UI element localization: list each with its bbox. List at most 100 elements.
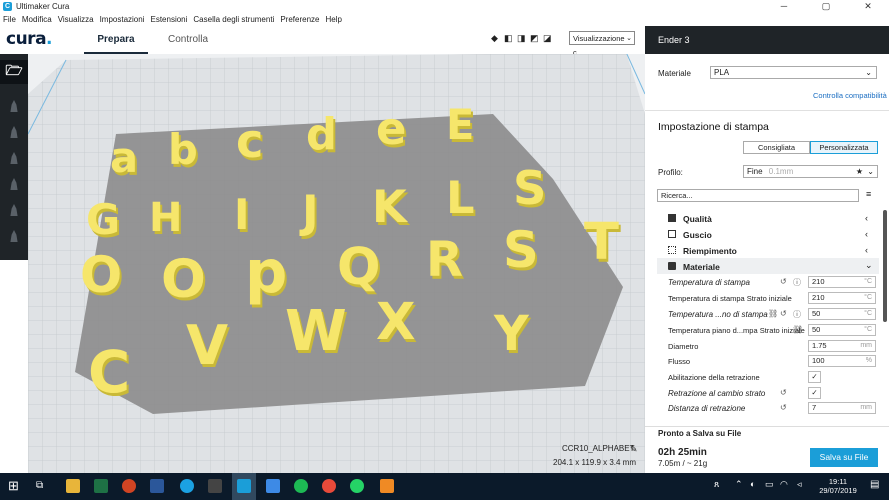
setting-value-input[interactable]: 50 °C xyxy=(808,308,876,320)
letter-model[interactable]: W xyxy=(285,299,347,364)
setting-value-input[interactable]: 100% xyxy=(808,355,876,367)
rotate-tool-button[interactable] xyxy=(0,146,28,170)
view-top-icon[interactable]: ◨ xyxy=(517,33,527,43)
menu-icon[interactable]: ≡ xyxy=(866,189,871,199)
tray-sync-icon[interactable]: ◐ xyxy=(750,479,755,489)
edge-icon[interactable] xyxy=(180,479,194,493)
section-shell[interactable]: Guscio xyxy=(683,230,712,240)
menu-help[interactable]: Help xyxy=(325,15,341,24)
cura-taskbar-icon[interactable] xyxy=(237,479,251,493)
pencil-icon[interactable]: ✎ xyxy=(630,444,638,455)
minimize-button[interactable]: ─ xyxy=(763,0,805,13)
explorer-icon[interactable] xyxy=(66,479,80,493)
letter-model[interactable]: H xyxy=(149,195,182,241)
setting-value-input[interactable]: 7 mm xyxy=(808,402,876,414)
link-icon[interactable]: ⛓ xyxy=(793,325,803,334)
revert-icon[interactable]: ↺ xyxy=(780,403,787,412)
chevron-down-icon[interactable]: ⌄ xyxy=(865,260,873,271)
info-icon[interactable]: ⓘ xyxy=(793,309,801,320)
view-right-icon[interactable]: ◪ xyxy=(543,33,553,43)
letter-model[interactable]: G xyxy=(86,195,120,244)
setting-checkbox[interactable]: ✓ xyxy=(808,387,821,399)
start-icon[interactable]: ⊞ xyxy=(8,478,19,494)
letter-model[interactable]: p xyxy=(245,237,287,306)
setting-value-input[interactable]: 210 °C xyxy=(808,292,876,304)
section-material[interactable]: Materiale xyxy=(683,262,720,272)
setting-value-input[interactable]: 1.75 mm xyxy=(808,340,876,352)
menu-casella[interactable]: Casella degli strumenti xyxy=(193,15,274,24)
menu-estensioni[interactable]: Estensioni xyxy=(150,15,187,24)
letter-model[interactable]: T xyxy=(584,212,619,272)
chevron-left-icon[interactable]: ‹ xyxy=(865,245,868,255)
material-select[interactable]: PLA ⌄ xyxy=(710,66,877,79)
letter-model[interactable]: I xyxy=(234,190,249,239)
save-to-file-button[interactable]: Salva su File xyxy=(810,448,878,467)
clock[interactable]: 19:11 29/07/2019 xyxy=(816,477,860,495)
task-view-icon[interactable]: ⧉ xyxy=(36,480,43,491)
letter-model[interactable]: Y xyxy=(493,306,530,362)
mirror-tool-button[interactable] xyxy=(0,172,28,196)
section-infill[interactable]: Riempimento xyxy=(683,246,737,256)
setting-checkbox[interactable]: ✓ xyxy=(808,371,821,383)
per-model-settings-button[interactable] xyxy=(0,198,28,222)
letter-model[interactable]: R xyxy=(426,232,463,288)
letter-model[interactable]: c xyxy=(236,114,264,168)
tab-controlla[interactable]: Controlla xyxy=(156,26,220,52)
letter-model[interactable]: a xyxy=(110,133,138,182)
scale-tool-button[interactable] xyxy=(0,120,28,144)
letter-model[interactable]: L xyxy=(446,171,475,224)
letter-model[interactable]: b xyxy=(168,125,198,174)
battery-icon[interactable]: ▭ xyxy=(765,479,774,490)
revert-icon[interactable]: ↺ xyxy=(780,309,787,318)
letter-model[interactable]: O xyxy=(161,249,206,310)
revert-icon[interactable]: ↺ xyxy=(780,388,787,397)
printer-selector[interactable]: Ender 3 xyxy=(645,26,889,54)
letter-model[interactable]: C xyxy=(88,339,130,406)
letter-model[interactable]: J xyxy=(299,185,319,238)
tray-user-icon[interactable]: ጸ xyxy=(714,479,719,490)
wifi-icon[interactable]: ◠ xyxy=(780,479,788,490)
setting-value-input[interactable]: 210 °C xyxy=(808,276,876,288)
recorder-icon[interactable] xyxy=(122,479,136,493)
letter-model[interactable]: S xyxy=(513,161,546,215)
volume-icon[interactable]: ◃ xyxy=(797,479,802,490)
link-icon[interactable]: ⛓ xyxy=(768,309,778,318)
letter-model[interactable]: X xyxy=(376,292,415,352)
app-f-icon[interactable] xyxy=(380,479,394,493)
revert-icon[interactable]: ↺ xyxy=(780,277,787,286)
profile-select[interactable]: Fine 0.1mm ★ ⌄ xyxy=(743,165,878,178)
letter-model[interactable]: V xyxy=(186,314,228,377)
chrome-icon[interactable] xyxy=(322,479,336,493)
mode-custom-button[interactable]: Personalizzata xyxy=(810,141,878,154)
spotify-icon[interactable] xyxy=(294,479,308,493)
section-quality[interactable]: Qualità xyxy=(683,214,712,224)
chevron-left-icon[interactable]: ‹ xyxy=(865,213,868,223)
letter-model[interactable]: Q xyxy=(337,237,381,297)
settings-scrollbar[interactable] xyxy=(883,210,887,322)
excel-icon[interactable] xyxy=(94,479,108,493)
notifications-icon[interactable]: ▤ xyxy=(870,479,879,490)
build-plate-viewport[interactable]: aabbccddeeEEGGHHIIJJKKLLSSOOOOppQQRRSSTT… xyxy=(28,54,645,473)
maximize-button[interactable]: ▢ xyxy=(805,0,847,13)
compatibility-link[interactable]: Controlla compatibilità xyxy=(813,91,887,100)
chevron-left-icon[interactable]: ‹ xyxy=(865,229,868,239)
view-front-icon[interactable]: ◧ xyxy=(504,33,514,43)
move-tool-button[interactable] xyxy=(0,94,28,118)
letter-model[interactable]: O xyxy=(80,246,122,304)
view-3d-icon[interactable]: ◆ xyxy=(491,33,501,43)
letter-model[interactable]: K xyxy=(372,180,409,233)
view-left-icon[interactable]: ◩ xyxy=(530,33,540,43)
letter-model[interactable]: E xyxy=(446,100,474,149)
support-blocker-button[interactable] xyxy=(0,224,28,248)
letter-model[interactable]: S xyxy=(503,221,539,279)
word-icon[interactable] xyxy=(150,479,164,493)
tray-chevron-icon[interactable]: ⌃ xyxy=(735,479,743,490)
view-type-select[interactable]: Visualizzazione c... ⌄ xyxy=(569,31,635,57)
close-button[interactable]: ✕ xyxy=(847,0,889,13)
info-icon[interactable]: ⓘ xyxy=(793,277,801,288)
letter-model[interactable]: d xyxy=(306,110,337,160)
settings-search-input[interactable]: Ricerca... xyxy=(657,189,859,202)
star-icon[interactable]: ★ xyxy=(856,166,863,178)
tab-prepara[interactable]: Prepara xyxy=(84,26,148,54)
photos-icon[interactable] xyxy=(208,479,222,493)
